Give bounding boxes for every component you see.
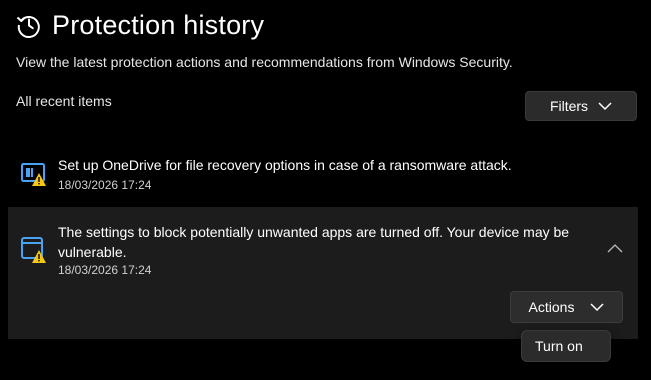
history-item-title: Set up OneDrive for file recovery option… — [58, 157, 512, 173]
page-title: Protection history — [52, 9, 265, 40]
actions-menu: Turn on — [521, 330, 611, 362]
history-item-timestamp: 18/03/2026 17:24 — [58, 263, 152, 277]
filters-button[interactable]: Filters — [525, 91, 637, 121]
page-header: Protection history — [16, 8, 264, 42]
actions-button-label: Actions — [528, 299, 575, 315]
history-item[interactable]: Set up OneDrive for file recovery option… — [8, 144, 638, 198]
history-clock-icon — [16, 12, 42, 38]
history-item-expanded[interactable]: The settings to block potentially unwant… — [8, 207, 638, 339]
chevron-up-icon[interactable] — [606, 241, 624, 253]
ransomware-warning-icon — [20, 160, 48, 188]
history-item-timestamp: 18/03/2026 17:24 — [58, 178, 152, 192]
chevron-down-icon — [598, 101, 612, 111]
history-item-title-line: vulnerable. — [58, 244, 127, 260]
menu-item-turn-on[interactable]: Turn on — [535, 338, 583, 354]
filters-button-label: Filters — [549, 98, 589, 114]
page-subtitle: View the latest protection actions and r… — [16, 54, 513, 70]
app-browser-warning-icon — [20, 236, 48, 264]
actions-button[interactable]: Actions — [510, 291, 623, 323]
history-item-title: The settings to block potentially unwant… — [58, 222, 569, 262]
chevron-down-icon — [590, 302, 604, 312]
list-label: All recent items — [16, 93, 112, 109]
history-item-title-line: The settings to block potentially unwant… — [58, 224, 570, 240]
